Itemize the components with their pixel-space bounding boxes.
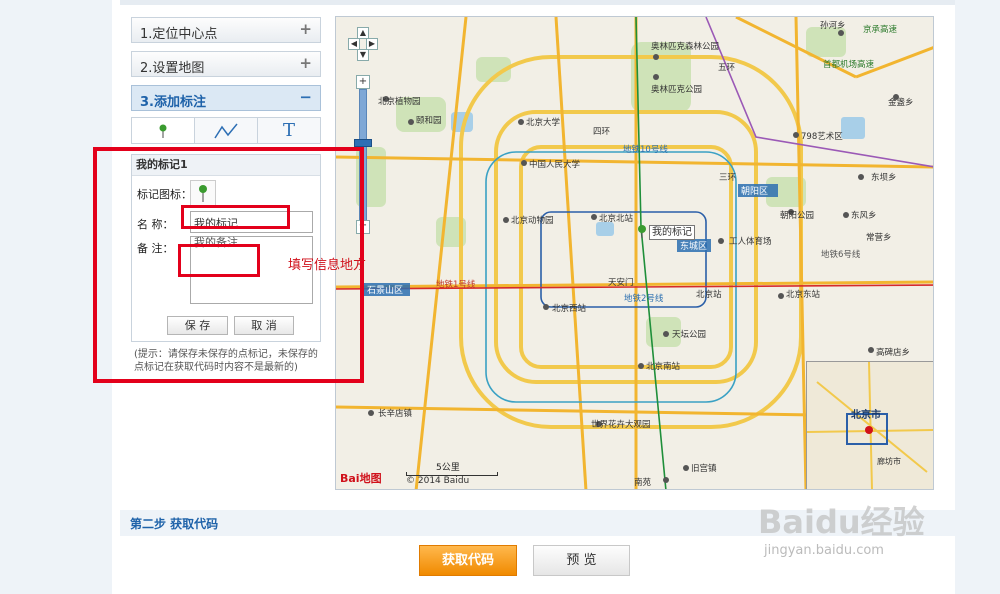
district-label-chaoyang: 朝阳区 <box>741 187 769 197</box>
baidu-jingyan-watermark: Baidu经验 jingyan.baidu.com <box>758 497 925 558</box>
place-label: 天安门 <box>608 277 634 288</box>
place-label: 南苑 <box>634 477 652 488</box>
zoom-in-icon[interactable]: + <box>356 75 370 89</box>
place-label: 东坝乡 <box>871 172 897 183</box>
collapse-icon: − <box>299 88 312 106</box>
marker-panel-title: 我的标记1 <box>132 155 320 176</box>
place-label: 北京站 <box>696 289 722 300</box>
my-marker[interactable] <box>636 223 648 242</box>
place-label: 东风乡 <box>851 210 877 221</box>
accordion-label: 3.添加标注 <box>140 95 206 110</box>
place-label: 工人体育场 <box>729 236 772 247</box>
step2-title: 第二步 获取代码 <box>130 517 219 531</box>
zoom-control: ▲ ◀ ▶ ▼ + − <box>348 27 378 234</box>
place-label: 地铁1号线 <box>436 279 476 290</box>
place-label: 朝阳公园 <box>780 211 814 221</box>
place-label: 京承高速 <box>863 24 898 35</box>
place-label: 奥林匹克森林公园 <box>651 41 719 52</box>
capital-star-icon <box>865 426 873 434</box>
preview-button[interactable]: 预 览 <box>533 545 630 576</box>
watermark-main: Baidu经验 <box>758 503 925 541</box>
watermark-sub: jingyan.baidu.com <box>764 543 884 558</box>
icon-label: 标记图标： <box>137 188 192 201</box>
place-label: 地铁6号线 <box>821 249 861 260</box>
accordion-add-marker[interactable]: 3.添加标注 − <box>131 85 321 111</box>
place-label: 北京南站 <box>646 361 681 372</box>
marker-tool-button[interactable] <box>132 118 195 143</box>
marker-label: 我的标记 <box>649 225 695 240</box>
place-label: 五环 <box>718 63 736 73</box>
place-label: 地铁2号线 <box>624 293 664 304</box>
place-label: 首都机场高速 <box>823 59 875 70</box>
marker-name-input[interactable]: 我的标记 <box>190 211 313 233</box>
note-label: 备 注： <box>137 242 174 255</box>
place-label: 北京植物园 <box>378 96 421 107</box>
place-label: 798艺术区 <box>801 131 843 142</box>
marker-icon-picker[interactable] <box>190 180 216 206</box>
map-copyright: © 2014 Baidu <box>406 476 470 486</box>
text-tool-button[interactable]: T <box>258 118 320 143</box>
text-icon: T <box>282 120 295 141</box>
place-label: 高碑店乡 <box>876 347 910 358</box>
map-canvas[interactable]: 孙河乡 京承高速 奥林匹克森林公园 奥林匹克公园 首都机场高速 金盏乡 北京植物… <box>335 16 934 490</box>
pin-icon <box>159 124 167 138</box>
place-label: 北京东站 <box>786 289 821 300</box>
accordion-label: 1.定位中心点 <box>140 27 218 42</box>
line-tool-button[interactable] <box>195 118 258 143</box>
zoom-out-icon[interactable]: − <box>356 220 370 234</box>
district-label-shijingshan: 石景山区 <box>367 286 404 296</box>
expand-icon: + <box>299 20 312 38</box>
save-tip: (提示：请保存未保存的点标记，未保存的点标记在获取代码时内容不是最新的) <box>134 349 318 373</box>
place-label: 常营乡 <box>866 232 892 243</box>
pin-icon <box>638 225 646 238</box>
overview-city-label: 北京市 <box>851 410 881 421</box>
place-label: 孙河乡 <box>820 20 846 31</box>
overview-place-label: 廊坊市 <box>877 457 901 466</box>
place-label: 地铁10号线 <box>623 144 668 155</box>
pan-down-icon[interactable]: ▼ <box>357 49 369 61</box>
save-button[interactable]: 保 存 <box>167 316 228 335</box>
place-label: 中国人民大学 <box>529 159 581 170</box>
place-label: 天坛公园 <box>672 329 706 340</box>
overview-map[interactable]: 北京市 廊坊市 <box>806 361 933 489</box>
accordion-label: 2.设置地图 <box>140 61 205 76</box>
place-label: 三环 <box>719 173 737 183</box>
place-label: 奥林匹克公园 <box>651 84 702 95</box>
place-label: 旧宫镇 <box>691 463 717 474</box>
place-label: 长辛店镇 <box>378 408 413 419</box>
district-label-dongcheng: 东城区 <box>680 242 708 252</box>
place-label: 北京北站 <box>599 213 634 224</box>
marker-tool-tabs: T <box>131 117 321 144</box>
name-label: 名 称： <box>137 218 174 231</box>
baidu-map-logo: Bai地图 <box>340 472 382 485</box>
place-label: 北京动物园 <box>511 215 554 226</box>
top-divider <box>120 0 955 5</box>
place-label: 颐和园 <box>416 116 442 126</box>
cancel-button[interactable]: 取 消 <box>234 316 294 335</box>
accordion-locate-center[interactable]: 1.定位中心点 + <box>131 17 321 43</box>
pin-icon <box>199 185 207 202</box>
place-label: 北京大学 <box>526 117 561 128</box>
accordion-map-settings[interactable]: 2.设置地图 + <box>131 51 321 77</box>
expand-icon: + <box>299 54 312 72</box>
get-code-button[interactable]: 获取代码 <box>419 545 517 576</box>
zoom-slider-handle[interactable] <box>354 139 372 147</box>
zoom-slider-track[interactable] <box>359 89 367 221</box>
place-label: 北京西站 <box>552 303 587 314</box>
annotation-text: 填写信息地方 <box>288 258 367 273</box>
place-label: 世界花卉大观园 <box>591 419 651 430</box>
place-label: 四环 <box>593 127 611 137</box>
polyline-icon <box>214 123 238 138</box>
place-label: 金盏乡 <box>888 97 914 108</box>
